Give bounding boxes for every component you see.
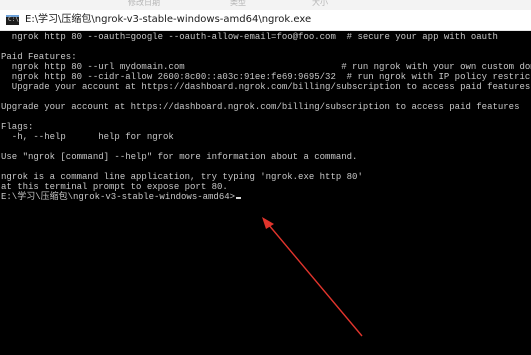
terminal-output[interactable]: ngrok http 80 --oauth=google --oauth-all… <box>1 32 531 355</box>
terminal-line: Upgrade your account at https://dashboar… <box>1 102 520 112</box>
window-title: E:\学习\压缩包\ngrok-v3-stable-windows-amd64\… <box>25 14 312 25</box>
console-app-icon-glyph: C:\ <box>8 16 19 23</box>
terminal-line: Flags: <box>1 122 34 132</box>
terminal-prompt: E:\学习\压缩包\ngrok-v3-stable-windows-amd64> <box>1 192 236 202</box>
terminal-prompt-line[interactable]: E:\学习\压缩包\ngrok-v3-stable-windows-amd64> <box>1 192 531 202</box>
window-titlebar[interactable]: C:\ E:\学习\压缩包\ngrok-v3-stable-windows-am… <box>0 10 531 31</box>
console-window[interactable]: C:\ E:\学习\压缩包\ngrok-v3-stable-windows-am… <box>0 10 531 355</box>
terminal-line: ngrok http 80 --url mydomain.com # run n… <box>1 62 531 72</box>
text-cursor <box>236 197 242 199</box>
terminal-line: at this terminal prompt to expose port 8… <box>1 182 228 192</box>
terminal-line: Paid Features: <box>1 52 77 62</box>
terminal-line: ngrok http 80 --oauth=google --oauth-all… <box>1 32 498 42</box>
bg-column-size: 大小 <box>312 0 328 7</box>
terminal-line: Upgrade your account at https://dashboar… <box>1 82 531 92</box>
console-app-icon[interactable]: C:\ <box>6 15 19 25</box>
bg-column-type: 类型 <box>230 0 246 7</box>
bg-column-date: 修改日期 <box>128 0 160 7</box>
terminal-line: ngrok http 80 --cidr-allow 2600:8c00::a0… <box>1 72 531 82</box>
terminal-line: Use "ngrok [command] --help" for more in… <box>1 152 358 162</box>
screenshot: 修改日期 类型 大小 C:\ E:\学习\压缩包\ngrok-v3-stable… <box>0 0 531 355</box>
terminal-line: ngrok is a command line application, try… <box>1 172 363 182</box>
terminal-line: -h, --help help for ngrok <box>1 132 174 142</box>
